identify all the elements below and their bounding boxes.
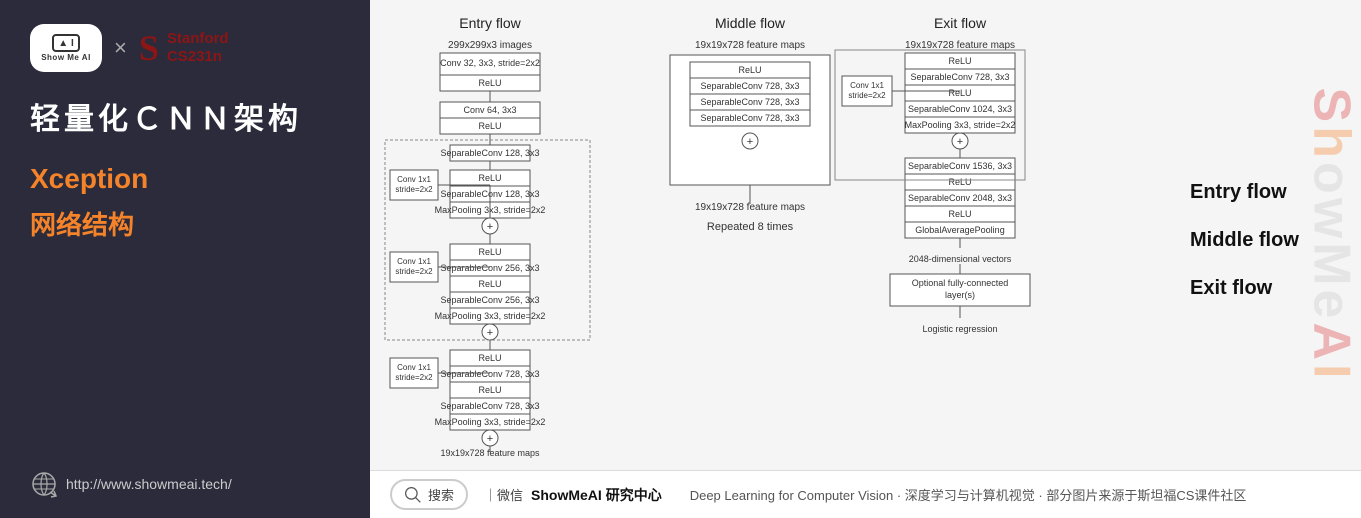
svg-text:SeparableConv 128, 3x3: SeparableConv 128, 3x3 bbox=[440, 148, 539, 158]
legend-middle-flow: Middle flow bbox=[1190, 226, 1299, 254]
search-icon bbox=[404, 486, 422, 504]
svg-text:19x19x728 feature maps: 19x19x728 feature maps bbox=[905, 40, 1015, 51]
svg-text:Conv 1x1: Conv 1x1 bbox=[397, 175, 431, 184]
svg-text:+: + bbox=[487, 327, 493, 339]
svg-text:2048-dimensional vectors: 2048-dimensional vectors bbox=[909, 254, 1012, 264]
svg-text:Exit flow: Exit flow bbox=[934, 15, 987, 31]
search-box[interactable]: 搜索 bbox=[390, 479, 468, 510]
svg-text:Conv 1x1: Conv 1x1 bbox=[397, 363, 431, 372]
stanford-name: Stanford bbox=[167, 30, 229, 48]
page-title: 轻量化ＣＮＮ架构 bbox=[30, 100, 340, 139]
search-label: 搜索 bbox=[428, 485, 454, 504]
svg-text:ReLU: ReLU bbox=[948, 56, 971, 66]
svg-text:Conv 64, 3x3: Conv 64, 3x3 bbox=[463, 105, 516, 115]
svg-text:MaxPooling 3x3, stride=2x2: MaxPooling 3x3, stride=2x2 bbox=[435, 311, 546, 321]
stanford-s: S bbox=[139, 30, 159, 66]
svg-text:stride=2x2: stride=2x2 bbox=[395, 373, 433, 382]
svg-text:ReLU: ReLU bbox=[478, 385, 501, 395]
svg-text:Logistic regression: Logistic regression bbox=[922, 324, 997, 334]
subtitle-cn: 网络结构 bbox=[30, 205, 340, 242]
svg-text:Middle flow: Middle flow bbox=[715, 15, 786, 31]
stanford-logo: S Stanford CS231n bbox=[139, 30, 229, 66]
subtitle-en: Xception bbox=[30, 163, 340, 195]
right-legend: Entry flow Middle flow Exit flow bbox=[1170, 10, 1361, 470]
svg-text:ReLU: ReLU bbox=[948, 209, 971, 219]
footer-description: Deep Learning for Computer Vision · 深度学习… bbox=[690, 485, 1341, 504]
svg-text:SeparableConv 256, 3x3: SeparableConv 256, 3x3 bbox=[440, 295, 539, 305]
website-url: http://www.showmeai.tech/ bbox=[66, 476, 232, 492]
svg-text:Conv 1x1: Conv 1x1 bbox=[850, 81, 884, 90]
legend-entry-flow: Entry flow bbox=[1190, 178, 1287, 206]
footer-bar: 搜索 ｜微信 ShowMeAI 研究中心 Deep Learning for C… bbox=[370, 470, 1361, 518]
svg-text:ReLU: ReLU bbox=[948, 177, 971, 187]
svg-text:layer(s): layer(s) bbox=[945, 290, 975, 300]
svg-text:Conv 1x1: Conv 1x1 bbox=[397, 257, 431, 266]
svg-text:stride=2x2: stride=2x2 bbox=[395, 267, 433, 276]
svg-text:SeparableConv 1536, 3x3: SeparableConv 1536, 3x3 bbox=[908, 161, 1012, 171]
svg-text:SeparableConv 2048, 3x3: SeparableConv 2048, 3x3 bbox=[908, 193, 1012, 203]
svg-text:19x19x728 feature maps: 19x19x728 feature maps bbox=[695, 40, 805, 51]
svg-text:SeparableConv 728, 3x3: SeparableConv 728, 3x3 bbox=[910, 72, 1009, 82]
svg-text:MaxPooling 3x3, stride=2x2: MaxPooling 3x3, stride=2x2 bbox=[435, 417, 546, 427]
times-symbol: × bbox=[114, 35, 127, 61]
footer-brand: ShowMeAI 研究中心 bbox=[531, 485, 662, 505]
svg-text:+: + bbox=[487, 433, 493, 445]
svg-text:SeparableConv 728, 3x3: SeparableConv 728, 3x3 bbox=[700, 97, 799, 107]
right-panel: Entry flow 299x299x3 images Conv 32, 3x3… bbox=[370, 0, 1361, 518]
stanford-text: Stanford CS231n bbox=[167, 30, 229, 66]
svg-text:SeparableConv 728, 3x3: SeparableConv 728, 3x3 bbox=[440, 369, 539, 379]
logo-row: ▲ I Show Me AI × S Stanford CS231n bbox=[30, 24, 340, 72]
svg-text:ReLU: ReLU bbox=[478, 279, 501, 289]
svg-text:ReLU: ReLU bbox=[478, 78, 501, 88]
svg-text:ReLU: ReLU bbox=[478, 173, 501, 183]
svg-text:ReLU: ReLU bbox=[478, 121, 501, 131]
showmeai-logo: ▲ I Show Me AI bbox=[30, 24, 102, 72]
svg-text:SeparableConv 728, 3x3: SeparableConv 728, 3x3 bbox=[440, 401, 539, 411]
svg-text:stride=2x2: stride=2x2 bbox=[395, 185, 433, 194]
website-row[interactable]: http://www.showmeai.tech/ bbox=[30, 470, 340, 498]
logo-icon: ▲ I bbox=[52, 34, 80, 52]
globe-icon bbox=[30, 470, 58, 498]
svg-text:Optional fully-connected: Optional fully-connected bbox=[912, 278, 1009, 288]
svg-text:SeparableConv 256, 3x3: SeparableConv 256, 3x3 bbox=[440, 263, 539, 273]
svg-text:ReLU: ReLU bbox=[478, 353, 501, 363]
svg-text:Conv 32, 3x3, stride=2x2: Conv 32, 3x3, stride=2x2 bbox=[440, 58, 540, 68]
svg-text:+: + bbox=[747, 136, 753, 148]
showmeai-label: Show Me AI bbox=[41, 53, 91, 62]
svg-text:+: + bbox=[487, 221, 493, 233]
svg-text:ReLU: ReLU bbox=[478, 247, 501, 257]
diagram-main: Entry flow 299x299x3 images Conv 32, 3x3… bbox=[370, 10, 1170, 470]
svg-text:MaxPooling 3x3, stride=2x2: MaxPooling 3x3, stride=2x2 bbox=[905, 120, 1016, 130]
svg-text:ReLU: ReLU bbox=[948, 88, 971, 98]
svg-text:GlobalAveragePooling: GlobalAveragePooling bbox=[915, 225, 1004, 235]
legend-exit-flow: Exit flow bbox=[1190, 274, 1272, 302]
left-panel: ▲ I Show Me AI × S Stanford CS231n 轻量化ＣＮ… bbox=[0, 0, 370, 518]
svg-text:ReLU: ReLU bbox=[738, 65, 761, 75]
svg-text:SeparableConv 728, 3x3: SeparableConv 728, 3x3 bbox=[700, 113, 799, 123]
svg-text:SeparableConv 728, 3x3: SeparableConv 728, 3x3 bbox=[700, 81, 799, 91]
svg-text:299x299x3 images: 299x299x3 images bbox=[448, 40, 532, 51]
footer-divider: ｜微信 bbox=[484, 485, 523, 504]
svg-text:Entry flow: Entry flow bbox=[459, 15, 521, 31]
svg-text:+: + bbox=[957, 136, 963, 148]
svg-text:stride=2x2: stride=2x2 bbox=[848, 91, 886, 100]
stanford-course: CS231n bbox=[167, 48, 229, 66]
xception-diagram: Entry flow 299x299x3 images Conv 32, 3x3… bbox=[380, 10, 1160, 470]
diagram-area: Entry flow 299x299x3 images Conv 32, 3x3… bbox=[370, 0, 1361, 470]
svg-text:Repeated 8 times: Repeated 8 times bbox=[707, 221, 794, 233]
svg-text:SeparableConv 1024, 3x3: SeparableConv 1024, 3x3 bbox=[908, 104, 1012, 114]
